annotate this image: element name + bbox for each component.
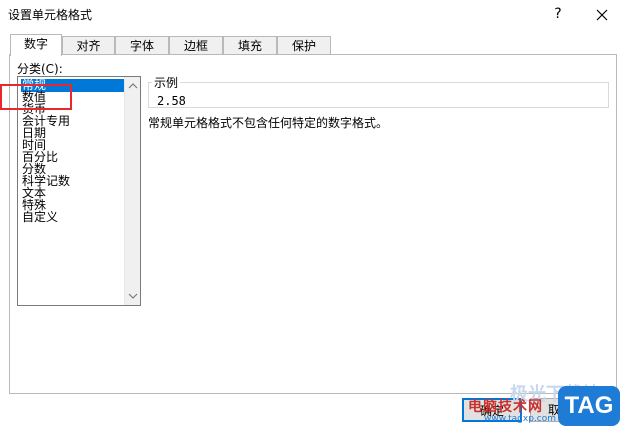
chevron-up-icon[interactable]: [128, 82, 138, 90]
tab-protection[interactable]: 保护: [277, 36, 331, 54]
watermark-url: www.tagxp.com: [484, 414, 556, 424]
tab-number[interactable]: 数字: [10, 34, 62, 56]
category-listbox[interactable]: 常规 数值 货币 会计专用 日期 时间 百分比 分数 科学记数 文本 特殊 自定…: [17, 76, 141, 306]
chevron-down-icon[interactable]: [128, 292, 138, 300]
category-item-custom[interactable]: 自定义: [21, 211, 124, 224]
sample-group: [148, 82, 609, 108]
window-title: 设置单元格格式: [8, 8, 93, 22]
annotation-highlight-box: [0, 84, 72, 110]
close-button[interactable]: [588, 3, 616, 25]
title-bar: 设置单元格格式 ?: [0, 0, 628, 28]
format-description: 常规单元格格式不包含任何特定的数字格式。: [148, 116, 389, 130]
tab-border[interactable]: 边框: [169, 36, 223, 54]
tab-alignment[interactable]: 对齐: [62, 36, 115, 54]
watermark-site-name: 电脑技术网: [468, 399, 543, 415]
category-label: 分类(C):: [17, 62, 63, 76]
listbox-scrollbar[interactable]: [124, 77, 140, 305]
tab-font[interactable]: 字体: [115, 36, 169, 54]
close-icon: [596, 9, 608, 20]
sample-value: 2.58: [157, 94, 186, 108]
help-button[interactable]: ?: [548, 3, 568, 25]
tab-fill[interactable]: 填充: [223, 36, 277, 54]
watermark-tag-logo: TAG: [558, 386, 620, 426]
sample-legend: 示例: [152, 74, 181, 91]
